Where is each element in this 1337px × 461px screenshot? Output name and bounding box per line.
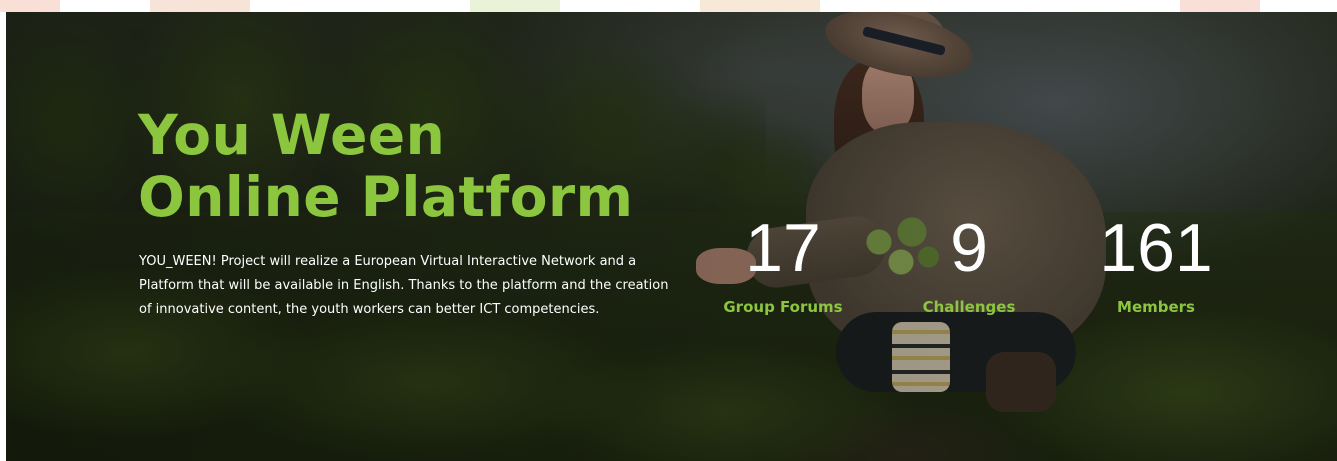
stat-group-forums: 17 Group Forums <box>683 208 883 320</box>
hero-title-line-1: You Ween <box>138 103 446 167</box>
hero-title-line-2: Online Platform <box>138 165 634 229</box>
stat-value: 9 <box>950 210 988 286</box>
hero-title: You Ween Online Platform <box>138 104 633 228</box>
page-frame: You Ween Online Platform YOU_WEEN! Proje… <box>0 0 1337 461</box>
stats-counters: 17 Group Forums 9 Challenges 161 Members <box>706 208 1266 338</box>
hero-banner: You Ween Online Platform YOU_WEEN! Proje… <box>6 12 1337 461</box>
stat-label: Challenges <box>922 298 1016 316</box>
stat-value: 17 <box>745 210 821 286</box>
stat-label: Group Forums <box>723 298 843 316</box>
stat-challenges: 9 Challenges <box>869 208 1069 320</box>
stat-members: 161 Members <box>1056 208 1256 320</box>
stat-label: Members <box>1117 298 1195 316</box>
stat-value: 161 <box>1099 210 1213 286</box>
top-decorative-stripe <box>0 0 1337 12</box>
hero-description: YOU_WEEN! Project will realize a Europea… <box>139 254 669 317</box>
